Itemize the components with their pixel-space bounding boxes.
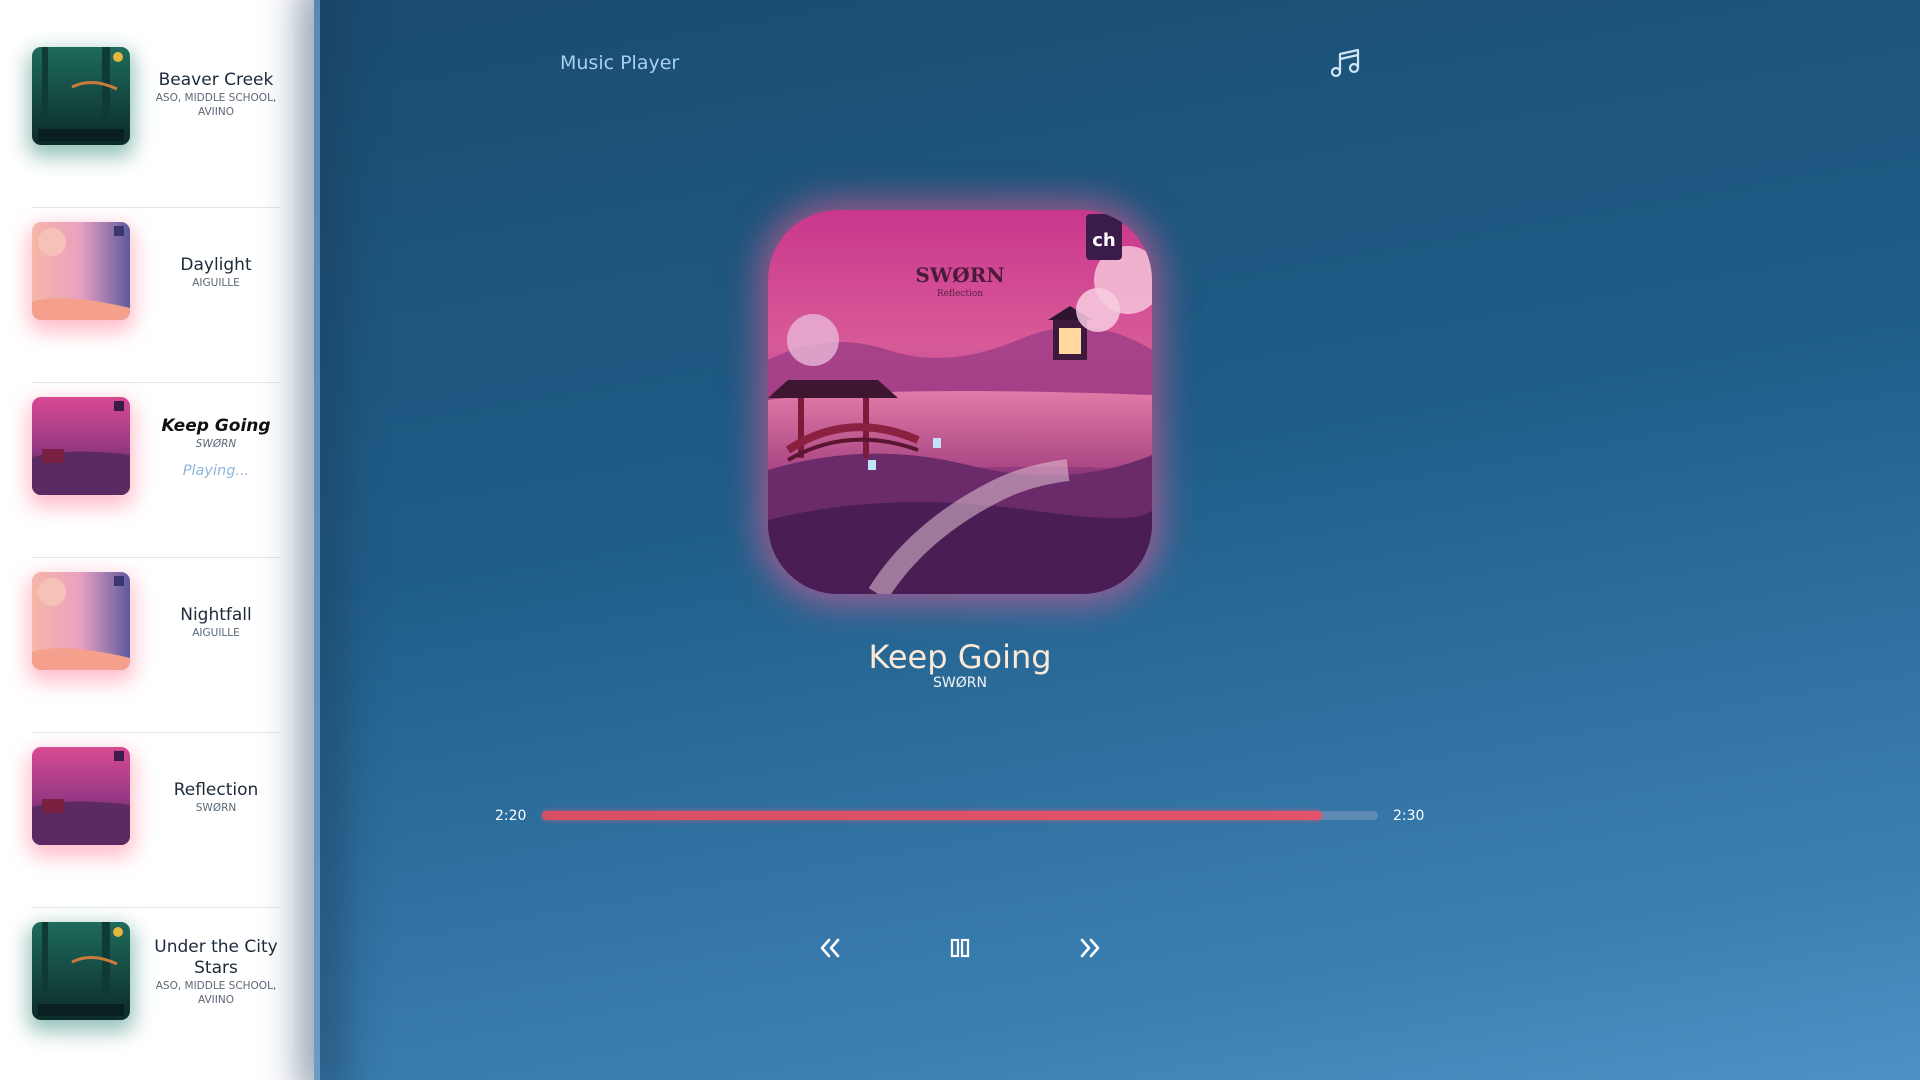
app-title: Music Player	[560, 52, 680, 74]
double-chevron-left-icon	[820, 938, 840, 958]
track-artist: ASO, MIDDLE SCHOOL, AVIINO	[155, 980, 277, 1006]
track-title: Keep Going	[161, 416, 271, 436]
playlist-item-beaver-creek[interactable]: Beaver Creek ASO, MIDDLE SCHOOL, AVIINO	[32, 33, 280, 208]
previous-button[interactable]	[810, 930, 850, 966]
album-cover	[32, 47, 130, 145]
double-chevron-right-icon	[1080, 938, 1100, 958]
track-artist: SWØRN	[195, 438, 237, 450]
album-cover	[32, 572, 130, 670]
track-artist: AIGUILLE	[192, 627, 240, 639]
track-info: Under the City Stars ASO, MIDDLE SCHOOL,…	[152, 937, 280, 1007]
now-playing-artist: SWØRN	[933, 675, 987, 691]
album-art-title: SWØRN	[915, 263, 1004, 287]
playlist-item-reflection[interactable]: Reflection SWØRN	[32, 733, 280, 908]
pause-button[interactable]	[940, 930, 980, 966]
next-button[interactable]	[1070, 930, 1110, 966]
album-cover	[32, 922, 130, 1020]
album-cover	[32, 747, 130, 845]
track-title: Daylight	[180, 255, 252, 275]
sidebar-divider	[314, 0, 320, 1080]
album-cover	[32, 222, 130, 320]
playlist-item-nightfall[interactable]: Nightfall AIGUILLE	[32, 558, 280, 733]
album-art-subtitle: Reflection	[937, 289, 983, 299]
album-cover	[32, 397, 130, 495]
progress-fill	[542, 811, 1322, 820]
pause-icon	[950, 938, 970, 958]
music-note-icon	[1328, 46, 1362, 80]
track-info: Nightfall AIGUILLE	[152, 605, 280, 640]
track-title: Nightfall	[180, 605, 252, 625]
track-artist: ASO, MIDDLE SCHOOL, AVIINO	[155, 92, 277, 118]
playlist-item-daylight[interactable]: Daylight AIGUILLE	[32, 208, 280, 383]
track-info: Keep Going SWØRN Playing...	[152, 416, 280, 479]
album-art: SWØRN Reflection ch	[768, 210, 1152, 594]
album-art-badge: ch	[1092, 230, 1115, 251]
track-title: Beaver Creek	[158, 70, 274, 90]
playlist-sidebar: Beaver Creek ASO, MIDDLE SCHOOL, AVIINO …	[0, 0, 314, 1080]
track-title: Reflection	[173, 780, 259, 800]
track-artist: SWØRN	[195, 802, 237, 814]
now-playing-title: Keep Going	[868, 638, 1052, 676]
playing-status: Playing...	[182, 463, 250, 479]
track-info: Beaver Creek ASO, MIDDLE SCHOOL, AVIINO	[152, 70, 280, 119]
playlist-item-under-the-city-stars[interactable]: Under the City Stars ASO, MIDDLE SCHOOL,…	[32, 908, 280, 1080]
track-info: Reflection SWØRN	[152, 780, 280, 815]
progress-bar[interactable]	[542, 811, 1378, 820]
total-time: 2:30	[1393, 808, 1425, 824]
track-title: Under the City Stars	[154, 937, 278, 978]
track-info: Daylight AIGUILLE	[152, 255, 280, 290]
playlist-item-keep-going[interactable]: Keep Going SWØRN Playing...	[32, 383, 280, 558]
track-artist: AIGUILLE	[192, 277, 240, 289]
elapsed-time: 2:20	[495, 808, 527, 824]
